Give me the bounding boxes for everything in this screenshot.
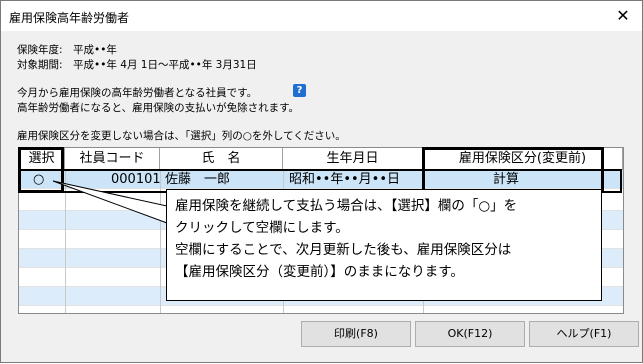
callout-line-4: 【雇用保険区分（変更前）】のままになります。 (175, 264, 464, 280)
callout-pointer (52, 180, 168, 224)
callout-line-3: 空欄にすることで、次月更新した後も、雇用保険区分は (175, 242, 512, 258)
callout-line-2: クリックして空欄にします。 (175, 220, 349, 236)
print-button[interactable]: 印刷(F8) (301, 321, 411, 347)
annotation-callout: 雇用保険を継続して支払う場合は、【選択】欄の「○」を クリックして空欄にします。… (166, 189, 602, 301)
callout-line-1: 雇用保険を継続して支払う場合は、【選択】欄の「○」を (175, 198, 518, 214)
ok-button[interactable]: OK(F12) (415, 321, 525, 347)
help-button[interactable]: ヘルプ(F1) (529, 321, 639, 347)
dialog-window: 雇用保険高年齢労働者 ✕ 保険年度: 平成••年 対象期間: 平成••年 4月 … (0, 0, 643, 363)
